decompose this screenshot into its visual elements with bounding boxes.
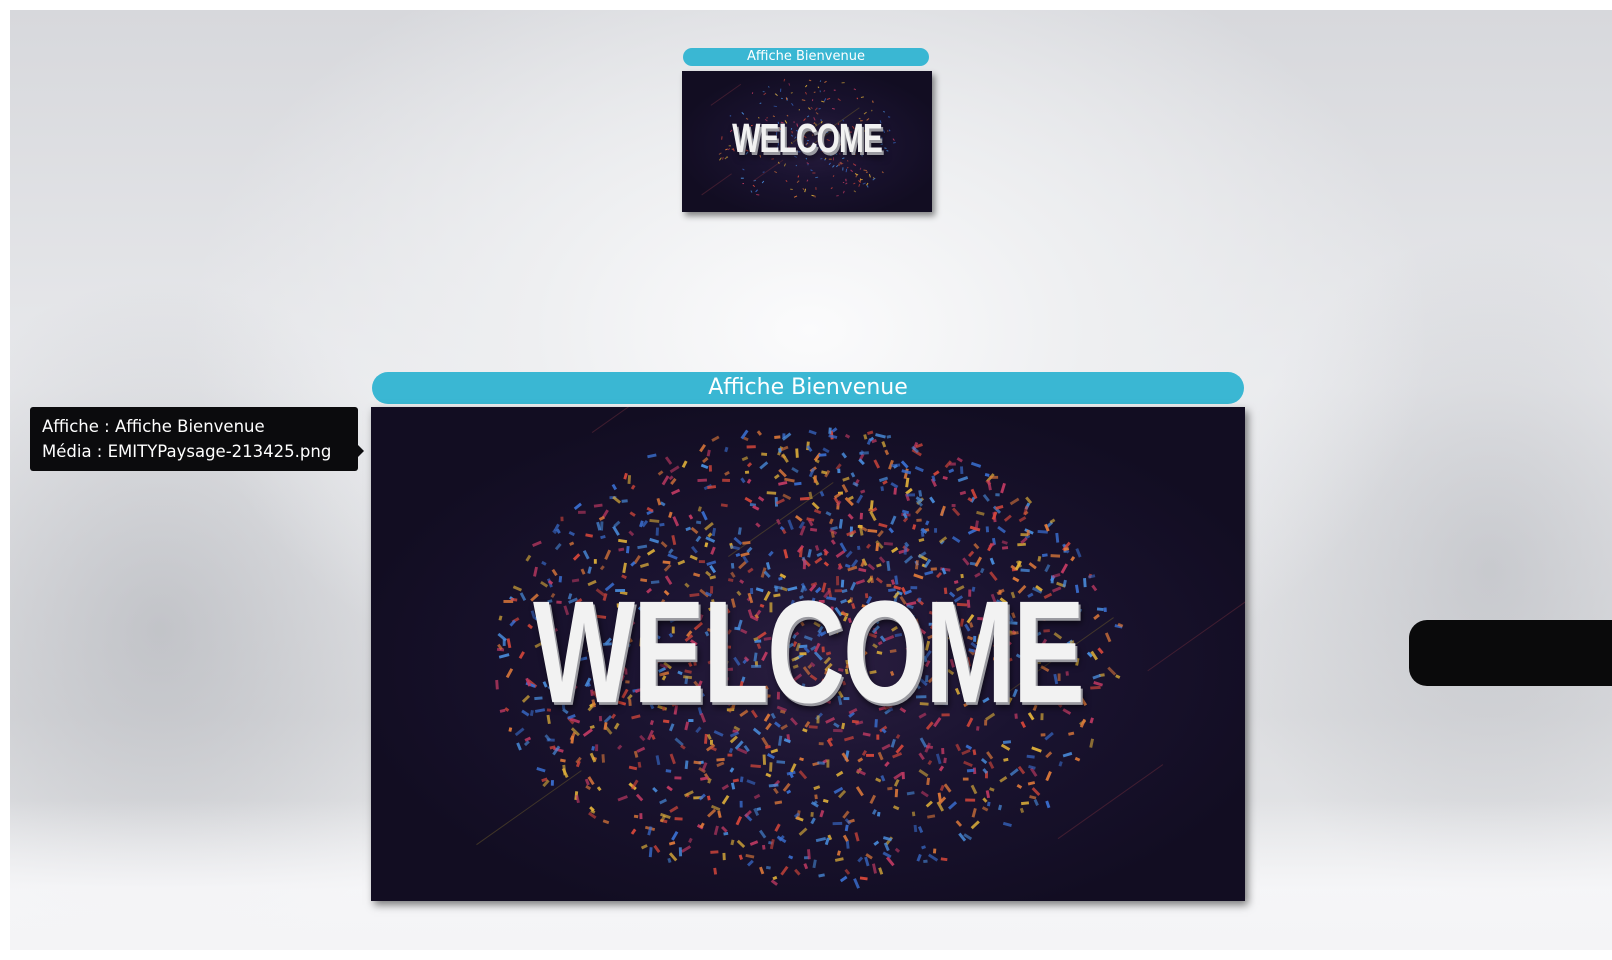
side-panel-handle[interactable] [1409, 620, 1612, 686]
large-preview-title: Affiche Bienvenue [372, 372, 1244, 404]
tooltip-media-line: Média : EMITYPaysage-213425.png [42, 442, 332, 461]
large-preview-screen[interactable]: WELCOME [371, 407, 1245, 901]
small-preview-screen[interactable]: WELCOME [682, 71, 932, 212]
viewer-stage: Affiche Bienvenue WELCOME Affiche Bienve… [10, 10, 1612, 950]
tooltip-poster-line: Affiche : Affiche Bienvenue [42, 417, 265, 436]
small-preview-image-text: WELCOME [732, 117, 883, 162]
media-info-tooltip: Affiche : Affiche Bienvenue Média : EMIT… [30, 407, 364, 471]
small-preview-title: Affiche Bienvenue [683, 48, 929, 66]
large-preview-image-text: WELCOME [533, 569, 1085, 734]
